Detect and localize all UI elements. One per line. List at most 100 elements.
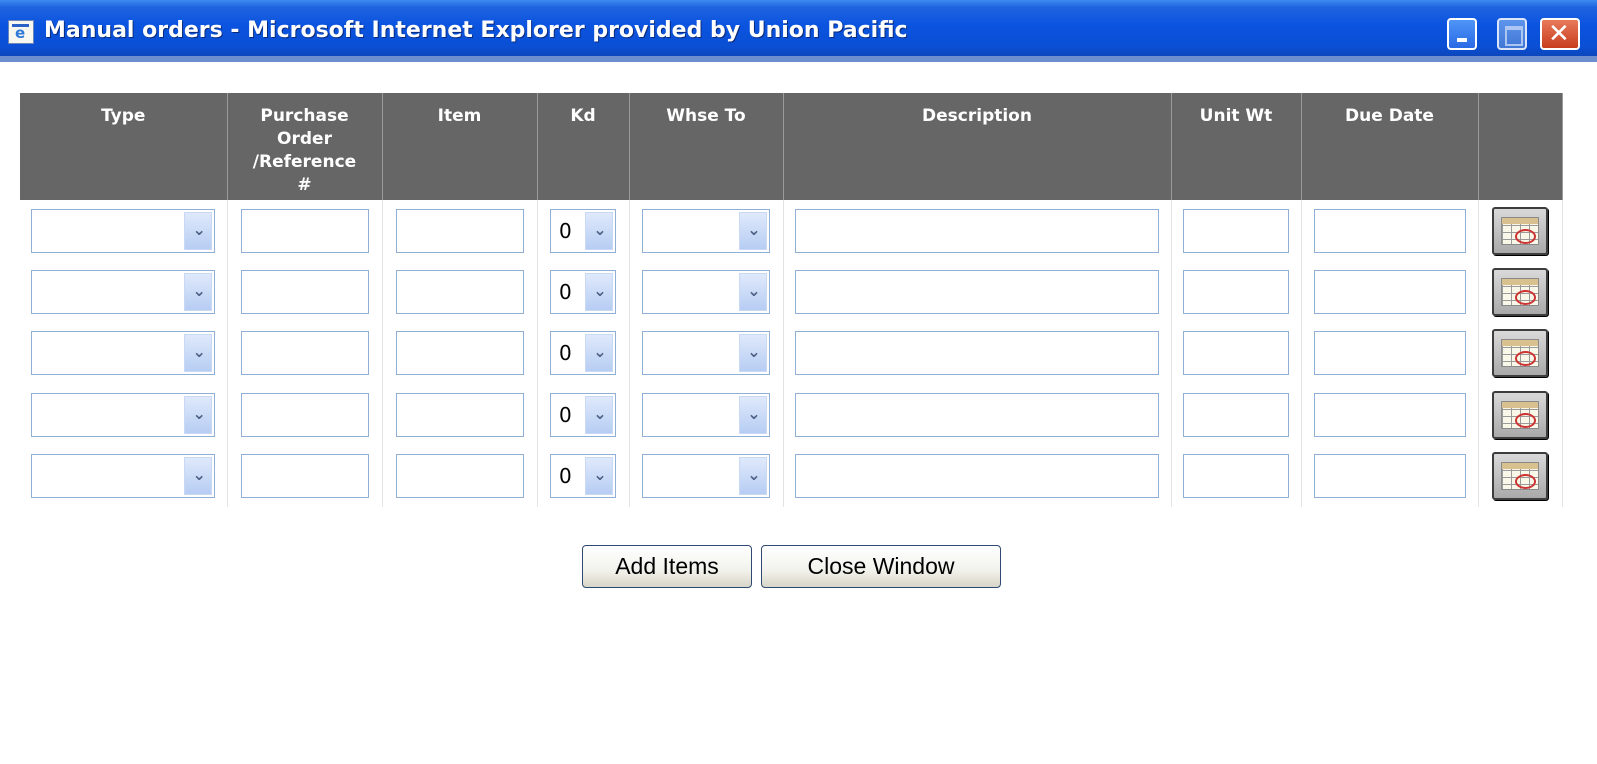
table-row: ⌄ 0 ⌄ ⌄ [20,384,1563,446]
cell-unit-wt [1170,384,1302,446]
chevron-down-icon: ⌄ [192,403,206,423]
dropdown-button[interactable]: ⌄ [585,457,613,496]
dropdown-button[interactable]: ⌄ [739,457,767,496]
kd-select[interactable]: 0 ⌄ [550,270,616,315]
cell-calendar [1477,384,1563,446]
cell-due-date [1300,384,1479,446]
chevron-down-icon: ⌄ [747,219,761,239]
description-input[interactable] [795,392,1159,437]
item-input[interactable] [395,392,524,437]
window-titlebar: Manual orders - Microsoft Internet Explo… [0,0,1597,62]
dropdown-button[interactable]: ⌄ [184,334,213,373]
cell-po [226,384,383,446]
kd-select[interactable]: 0 ⌄ [550,392,616,437]
whse-to-select[interactable]: ⌄ [642,331,770,376]
cell-po [226,200,383,262]
dropdown-button[interactable]: ⌄ [585,211,613,250]
chevron-down-icon: ⌄ [192,465,206,485]
cell-calendar [1477,445,1563,507]
unit-wt-input[interactable] [1183,270,1289,315]
cell-item [381,200,538,262]
cell-whse-to: ⌄ [628,261,784,323]
chevron-down-icon: ⌄ [747,281,761,301]
cell-kd: 0 ⌄ [536,384,630,446]
dropdown-button[interactable]: ⌄ [739,273,767,312]
po-input[interactable] [240,392,369,437]
unit-wt-input[interactable] [1183,392,1289,437]
description-input[interactable] [795,331,1159,376]
po-input[interactable] [240,270,369,315]
cell-kd: 0 ⌄ [536,261,630,323]
item-input[interactable] [395,331,524,376]
maximize-icon[interactable] [1497,18,1527,50]
whse-to-select[interactable]: ⌄ [642,392,770,437]
close-window-button[interactable]: Close Window [761,545,1001,588]
minimize-icon[interactable] [1447,18,1477,50]
cell-unit-wt [1170,445,1302,507]
description-input[interactable] [795,208,1159,253]
calendar-picker-button[interactable] [1492,329,1548,378]
type-select[interactable]: ⌄ [31,331,216,376]
po-input[interactable] [240,331,369,376]
due-date-input[interactable] [1313,454,1466,499]
description-input[interactable] [795,454,1159,499]
due-date-input[interactable] [1313,331,1466,376]
whse-to-select[interactable]: ⌄ [642,208,770,253]
calendar-picker-button[interactable] [1492,206,1548,255]
due-date-input[interactable] [1313,392,1466,437]
po-input[interactable] [240,454,369,499]
dropdown-button[interactable]: ⌄ [585,273,613,312]
kd-select[interactable]: 0 ⌄ [550,208,616,253]
dropdown-button[interactable]: ⌄ [184,273,213,312]
unit-wt-input[interactable] [1183,208,1289,253]
cell-description [782,200,1172,262]
dropdown-button[interactable]: ⌄ [184,211,213,250]
table-header-row: Type Purchase Order /Reference # Item Kd Whs… [20,93,1563,200]
type-select[interactable]: ⌄ [31,454,216,499]
close-icon[interactable] [1540,18,1580,50]
due-date-input[interactable] [1313,208,1466,253]
calendar-icon [1501,400,1539,429]
kd-select[interactable]: 0 ⌄ [550,331,616,376]
type-select[interactable]: ⌄ [31,208,216,253]
whse-to-select[interactable]: ⌄ [642,454,770,499]
kd-select[interactable]: 0 ⌄ [550,454,616,499]
dropdown-button[interactable]: ⌄ [184,457,213,496]
cell-due-date [1300,261,1479,323]
cell-calendar [1477,322,1563,385]
chevron-down-icon: ⌄ [593,465,607,485]
column-header-kd: Kd [536,93,630,200]
cell-type: ⌄ [20,445,228,507]
calendar-picker-button[interactable] [1492,390,1548,439]
kd-selected-value: 0 [559,402,572,427]
description-input[interactable] [795,270,1159,315]
unit-wt-input[interactable] [1183,454,1289,499]
type-select[interactable]: ⌄ [31,270,216,315]
item-input[interactable] [395,270,524,315]
dropdown-button[interactable]: ⌄ [739,211,767,250]
chevron-down-icon: ⌄ [192,342,206,362]
kd-selected-value: 0 [559,341,572,366]
dropdown-button[interactable]: ⌄ [739,395,767,434]
table-row: ⌄ 0 ⌄ ⌄ [20,261,1563,323]
add-items-button[interactable]: Add Items [582,545,752,588]
cell-item [381,322,538,385]
dropdown-button[interactable]: ⌄ [585,395,613,434]
dropdown-button[interactable]: ⌄ [184,395,213,434]
window-frame-edge [0,56,1597,62]
calendar-picker-button[interactable] [1492,452,1548,501]
type-select[interactable]: ⌄ [31,392,216,437]
calendar-picker-button[interactable] [1492,268,1548,317]
calendar-icon [1501,462,1539,491]
column-header-whse-to: Whse To [628,93,784,200]
dropdown-button[interactable]: ⌄ [585,334,613,373]
item-input[interactable] [395,208,524,253]
item-input[interactable] [395,454,524,499]
po-input[interactable] [240,208,369,253]
unit-wt-input[interactable] [1183,331,1289,376]
calendar-icon [1501,339,1539,368]
whse-to-select[interactable]: ⌄ [642,270,770,315]
chevron-down-icon: ⌄ [593,403,607,423]
due-date-input[interactable] [1313,270,1466,315]
dropdown-button[interactable]: ⌄ [739,334,767,373]
